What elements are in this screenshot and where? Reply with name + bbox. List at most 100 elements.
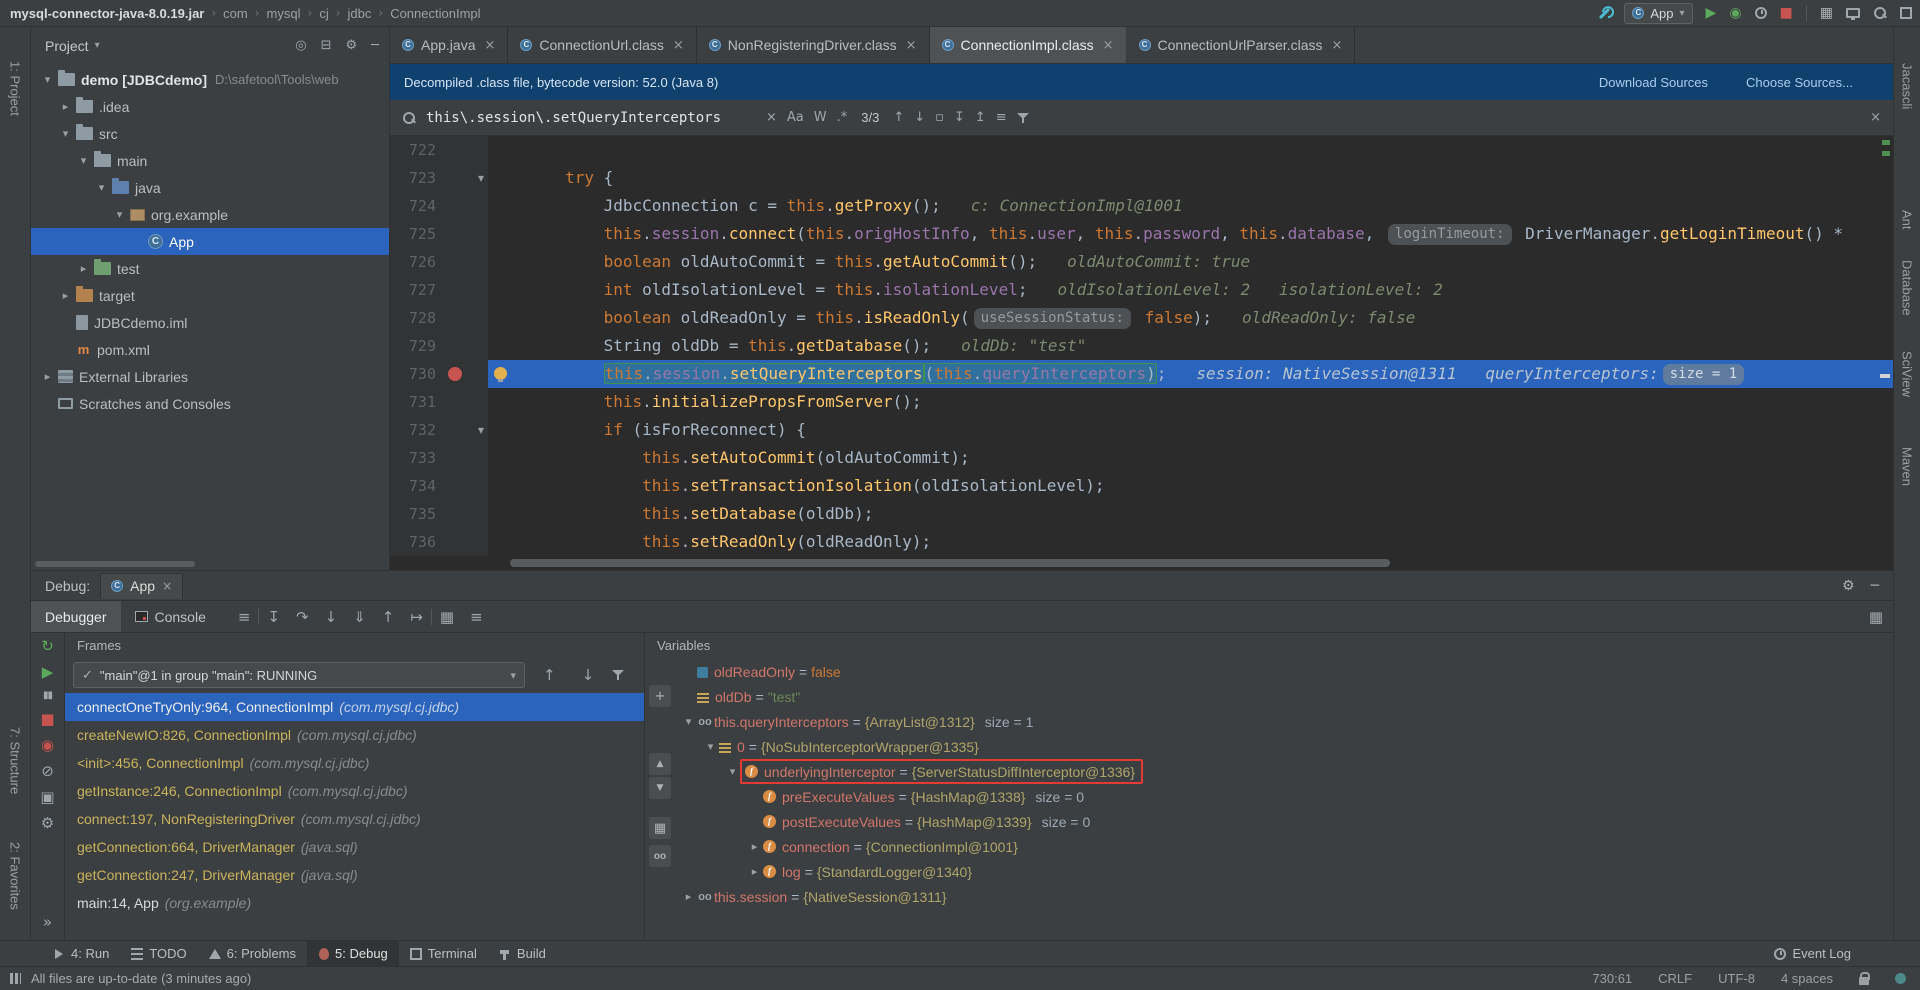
sidebar-item-ant[interactable]: Ant [1900,210,1915,230]
clear-search-icon[interactable]: × [766,110,777,125]
gutter-icons[interactable] [444,332,488,360]
search-input[interactable] [426,110,756,126]
code-text[interactable]: this.session.setQueryInterceptors(this.q… [488,360,1893,388]
toolwindow-button-4-run[interactable]: 4: Run [42,941,120,966]
stack-frame[interactable]: connect:197, NonRegisteringDriver(com.my… [65,805,644,833]
prev-match-icon[interactable]: ↑ [893,110,904,125]
fold-chevron-icon[interactable]: ▾ [478,416,484,444]
next-match-icon[interactable]: ↓ [914,110,925,125]
hide-library-frames-icon[interactable] [612,669,624,681]
gutter-icons[interactable]: ▾ [444,164,488,192]
gutter-icons[interactable]: ▾ [444,416,488,444]
pin-down-icon[interactable]: ↧ [954,110,965,125]
editor-tab-connectionurlparser-class[interactable]: ConnectionUrlParser.class× [1127,27,1356,63]
search-options-icon[interactable]: ≡ [996,110,1007,125]
step-over-icon[interactable]: ↷ [296,608,309,626]
breakpoint-icon[interactable] [448,367,462,381]
variable-row-preExecuteValues[interactable]: preExecuteValues={HashMap@1338}size = 0 [675,784,1893,809]
line-number[interactable]: 724 [390,192,444,220]
code-text[interactable]: this.session.connect(this.origHostInfo, … [488,220,1893,248]
code-text[interactable]: JdbcConnection c = this.getProxy();c: Co… [488,192,1893,220]
pin-up-icon[interactable]: ↥ [975,110,986,125]
variable-row-this-session[interactable]: ▸oothis.session={NativeSession@1311} [675,884,1893,909]
chevron-down-icon[interactable]: ▾ [39,73,56,86]
variable-row-connection[interactable]: ▸connection={ConnectionImpl@1001} [675,834,1893,859]
breadcrumb-item[interactable]: cj [319,6,328,21]
gutter-icons[interactable] [444,388,488,416]
line-number[interactable]: 729 [390,332,444,360]
sidebar-item-sciview[interactable]: SciView [1900,351,1915,397]
move-down-icon[interactable]: ▼ [649,777,671,799]
line-number[interactable]: 726 [390,248,444,276]
close-icon[interactable]: × [162,579,172,593]
code-text[interactable]: boolean oldReadOnly = this.isReadOnly(us… [488,304,1893,332]
filter-funnel-icon[interactable] [1017,112,1029,124]
line-number[interactable]: 728 [390,304,444,332]
inspection-mark-green[interactable] [1882,151,1890,156]
fold-chevron-icon[interactable]: ▾ [478,164,484,192]
tree-item-src[interactable]: ▾src [31,120,389,147]
variable-row-log[interactable]: ▸log={StandardLogger@1340} [675,859,1893,884]
window-icon[interactable] [1900,7,1912,19]
debug-session-tab[interactable]: App × [100,573,183,599]
chevron-down-icon[interactable]: ▾ [111,208,128,221]
screen-share-icon[interactable] [1846,8,1860,18]
close-tab-icon[interactable]: × [1103,38,1114,53]
line-number[interactable]: 731 [390,388,444,416]
gutter-icons[interactable] [444,444,488,472]
gutter-icons[interactable] [444,192,488,220]
show-execution-point-icon[interactable]: ↧ [267,608,280,626]
thread-dump-icon[interactable]: ▣ [40,790,54,805]
search-everywhere-icon[interactable] [1873,6,1887,20]
scrollbar-thumb[interactable] [510,559,1390,567]
tab-console[interactable]: Console [121,601,220,632]
chevron-down-icon[interactable]: ▾ [93,181,110,194]
chevron-down-icon[interactable]: ▾ [681,715,696,728]
code-text[interactable]: this.setAutoCommit(oldAutoCommit); [488,444,1893,472]
stack-frame[interactable]: getConnection:247, DriverManager(java.sq… [65,861,644,889]
code-editor[interactable]: 722723▾ try {724 JdbcConnection c = this… [390,136,1893,556]
toolwindow-button-todo[interactable]: TODO [120,941,197,966]
profiler-icon[interactable] [1755,7,1767,19]
breadcrumb-item[interactable]: jdbc [348,6,372,21]
chevron-right-icon[interactable]: ▸ [747,840,762,853]
restore-layout-icon[interactable]: ▦ [1869,608,1883,626]
mute-breakpoints-icon[interactable]: ⊘ [41,764,54,779]
regex-toggle[interactable]: .* [837,110,848,125]
code-text[interactable]: boolean oldAutoCommit = this.getAutoComm… [488,248,1893,276]
gutter-icons[interactable] [444,472,488,500]
event-log-button[interactable]: Event Log [1763,941,1862,966]
line-number[interactable]: 735 [390,500,444,528]
variable-row-postExecuteValues[interactable]: postExecuteValues={HashMap@1339}size = 0 [675,809,1893,834]
tree-item-demo-jdbcdemo-[interactable]: ▾demo [JDBCdemo]D:\safetool\Tools\web [31,66,389,93]
frame-next-icon[interactable]: ↓ [582,666,595,684]
line-number[interactable]: 725 [390,220,444,248]
stack-frame[interactable]: getConnection:664, DriverManager(java.sq… [65,833,644,861]
code-text[interactable]: String oldDb = this.getDatabase();oldDb:… [488,332,1893,360]
editor-tab-nonregisteringdriver-class[interactable]: NonRegisteringDriver.class× [697,27,930,63]
debug-button[interactable]: ◉ [1729,6,1741,20]
thread-selector[interactable]: ✓ "main"@1 in group "main": RUNNING ▾ [73,662,525,688]
line-number[interactable]: 730 [390,360,444,388]
code-text[interactable]: this.setDatabase(oldDb); [488,500,1893,528]
breadcrumb-item[interactable]: ConnectionImpl [390,6,480,21]
sidebar-item-jacascli[interactable]: Jacascli [1900,63,1915,109]
evaluate-expression-icon[interactable]: ▦ [440,608,454,626]
line-number[interactable]: 734 [390,472,444,500]
move-up-icon[interactable]: ▲ [649,753,671,775]
tree-item-java[interactable]: ▾java [31,174,389,201]
close-tab-icon[interactable]: × [1331,38,1342,53]
chevron-down-icon[interactable]: ▾ [703,740,718,753]
gear-icon[interactable]: ⚙ [346,38,358,53]
close-tab-icon[interactable]: × [484,38,495,53]
indent-style[interactable]: 4 spaces [1781,971,1833,986]
run-button[interactable]: ▶ [1706,6,1717,20]
current-line-mark[interactable] [1880,374,1890,378]
intention-bulb-icon[interactable] [494,367,507,380]
stack-frame[interactable]: connectOneTryOnly:964, ConnectionImpl(co… [65,693,644,721]
editor-tab-connectionimpl-class[interactable]: ConnectionImpl.class× [930,27,1127,63]
gutter-icons[interactable] [444,136,488,164]
tree-item-jdbcdemo-iml[interactable]: JDBCdemo.iml [31,309,389,336]
project-panel-header[interactable]: Project ▾ ◎ ⊟ ⚙ ─ [31,27,389,64]
chevron-right-icon[interactable]: ▸ [39,370,56,383]
